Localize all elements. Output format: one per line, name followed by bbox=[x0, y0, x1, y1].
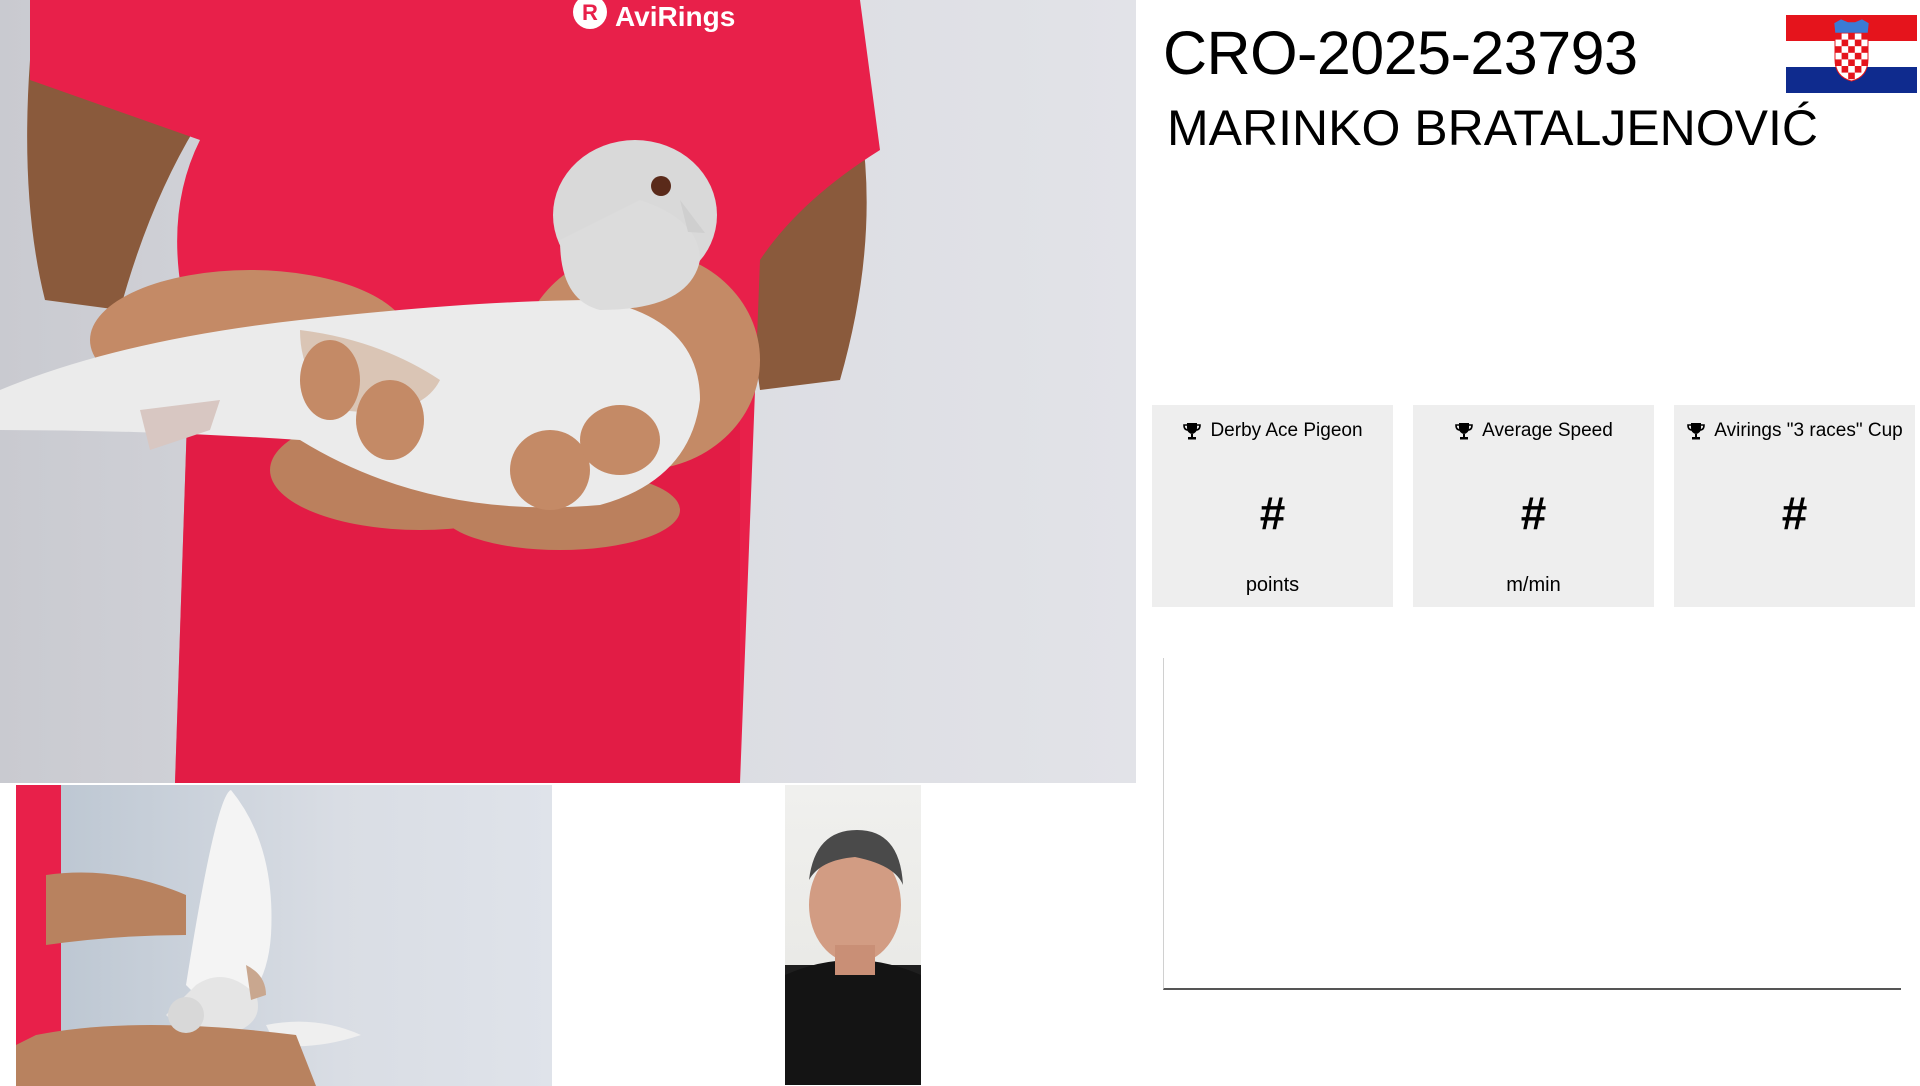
trophy-icon bbox=[1455, 423, 1473, 440]
results-chart-panel bbox=[1163, 658, 1901, 990]
stat-unit: m/min bbox=[1506, 574, 1561, 596]
stat-card-derby-ace: Derby Ace Pigeon # points bbox=[1152, 405, 1393, 607]
stat-cards: Derby Ace Pigeon # points Average Speed … bbox=[1152, 405, 1916, 607]
svg-text:R: R bbox=[582, 0, 598, 25]
pigeon-held-illustration: R AviRings bbox=[0, 0, 880, 783]
stat-card-3-races-cup: Avirings "3 races" Cup # bbox=[1674, 405, 1915, 607]
stat-unit: points bbox=[1245, 574, 1300, 596]
owner-photo[interactable] bbox=[785, 785, 921, 1085]
pigeon-wing-photo[interactable] bbox=[16, 785, 552, 1086]
owner-portrait-illustration bbox=[785, 830, 921, 1085]
stat-card-title: Avirings "3 races" Cup bbox=[1674, 419, 1915, 443]
pigeon-main-photo[interactable]: R AviRings bbox=[0, 0, 1136, 783]
stat-card-average-speed: Average Speed # m/min bbox=[1413, 405, 1654, 607]
trophy-icon bbox=[1183, 423, 1202, 440]
stat-card-title: Average Speed bbox=[1413, 419, 1654, 443]
owner-name: MARINKO BRATALJENOVIĆ bbox=[1167, 100, 1819, 156]
croatia-flag-icon bbox=[1786, 15, 1917, 93]
pigeon-wing-illustration bbox=[16, 785, 361, 1086]
stat-title-text: Average Speed bbox=[1482, 420, 1613, 441]
stat-card-title: Derby Ace Pigeon bbox=[1152, 419, 1393, 443]
stat-value: # bbox=[1520, 487, 1547, 539]
stat-value: # bbox=[1781, 487, 1808, 539]
stat-title-text: Derby Ace Pigeon bbox=[1210, 420, 1363, 441]
stat-value: # bbox=[1259, 487, 1286, 539]
stat-title-text: Avirings "3 races" Cup bbox=[1714, 420, 1903, 441]
trophy-icon bbox=[1687, 423, 1706, 440]
shirt-logo-text: AviRings bbox=[615, 1, 735, 32]
ring-number-title: CRO-2025-23793 bbox=[1163, 19, 1638, 87]
